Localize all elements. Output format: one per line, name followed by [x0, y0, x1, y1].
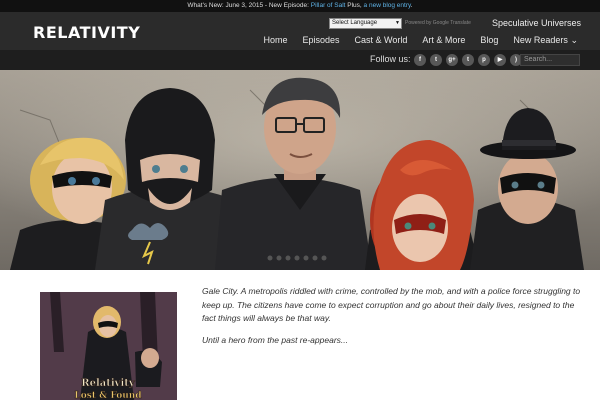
slider-dot[interactable] [294, 255, 300, 261]
announcement-text: What's New: June 3, 2015 - New Episode: [187, 2, 309, 9]
book-cover-art: Relativity Lost & Found [40, 292, 177, 400]
hero-banner [0, 70, 600, 270]
site-logo[interactable]: RELATIVITY [33, 23, 140, 42]
nav-blog[interactable]: Blog [480, 35, 498, 46]
follow-bar: Follow us: f t g+ t p ▶) Search... [0, 50, 600, 70]
language-select[interactable]: Select Language ▼ [329, 18, 402, 29]
cover-title: Relativity [81, 378, 136, 389]
pinterest-icon[interactable]: p [478, 54, 490, 66]
chevron-down-icon: ⌄ [570, 35, 578, 45]
search-placeholder: Search... [524, 56, 553, 63]
slider-dot[interactable] [303, 255, 309, 261]
nav-episodes[interactable]: Episodes [302, 35, 339, 46]
site-header: RELATIVITY Select Language ▼ Powered by … [0, 12, 600, 50]
nav-home[interactable]: Home [263, 35, 287, 46]
twitter-icon[interactable]: t [430, 54, 442, 66]
slider-dot[interactable] [312, 255, 318, 261]
powered-by-translate: Powered by Google Translate [405, 20, 471, 26]
intro-text: Gale City. A metropolis riddled with cri… [202, 285, 590, 355]
hero-illustration [0, 70, 600, 270]
main-nav: Home Episodes Cast & World Art & More Bl… [263, 35, 578, 46]
blog-entry-link[interactable]: a new blog entry [364, 2, 411, 9]
episode-link[interactable]: Pillar of Salt [311, 2, 346, 9]
nav-new-readers-label: New Readers [513, 35, 568, 45]
speculative-universes-link[interactable]: Speculative Universes [492, 18, 581, 28]
search-input[interactable]: Search... [520, 54, 580, 66]
google-plus-icon[interactable]: g+ [446, 54, 458, 66]
tumblr-icon[interactable]: t [462, 54, 474, 66]
slider-dot[interactable] [285, 255, 291, 261]
intro-paragraph: Gale City. A metropolis riddled with cri… [202, 286, 581, 323]
slider-dot[interactable] [267, 255, 273, 261]
announcement-middle: Plus, [347, 2, 362, 9]
social-icons: f t g+ t p ▶) [414, 54, 522, 66]
follow-label: Follow us: [370, 54, 411, 64]
book-cover-image[interactable]: Relativity Lost & Found [40, 292, 177, 400]
cover-subtitle: Lost & Found [74, 391, 142, 400]
chevron-down-icon: ▼ [395, 20, 400, 26]
slider-dot[interactable] [276, 255, 282, 261]
intro-paragraph: Until a hero from the past re-appears... [202, 334, 348, 345]
nav-art-more[interactable]: Art & More [422, 35, 465, 46]
announcement-bar: What's New: June 3, 2015 - New Episode: … [0, 0, 600, 12]
slider-dot[interactable] [321, 255, 327, 261]
youtube-icon[interactable]: ▶ [494, 54, 506, 66]
facebook-icon[interactable]: f [414, 54, 426, 66]
nav-cast-world[interactable]: Cast & World [355, 35, 408, 46]
language-select-value: Select Language [332, 20, 378, 26]
nav-new-readers[interactable]: New Readers ⌄ [513, 35, 578, 46]
